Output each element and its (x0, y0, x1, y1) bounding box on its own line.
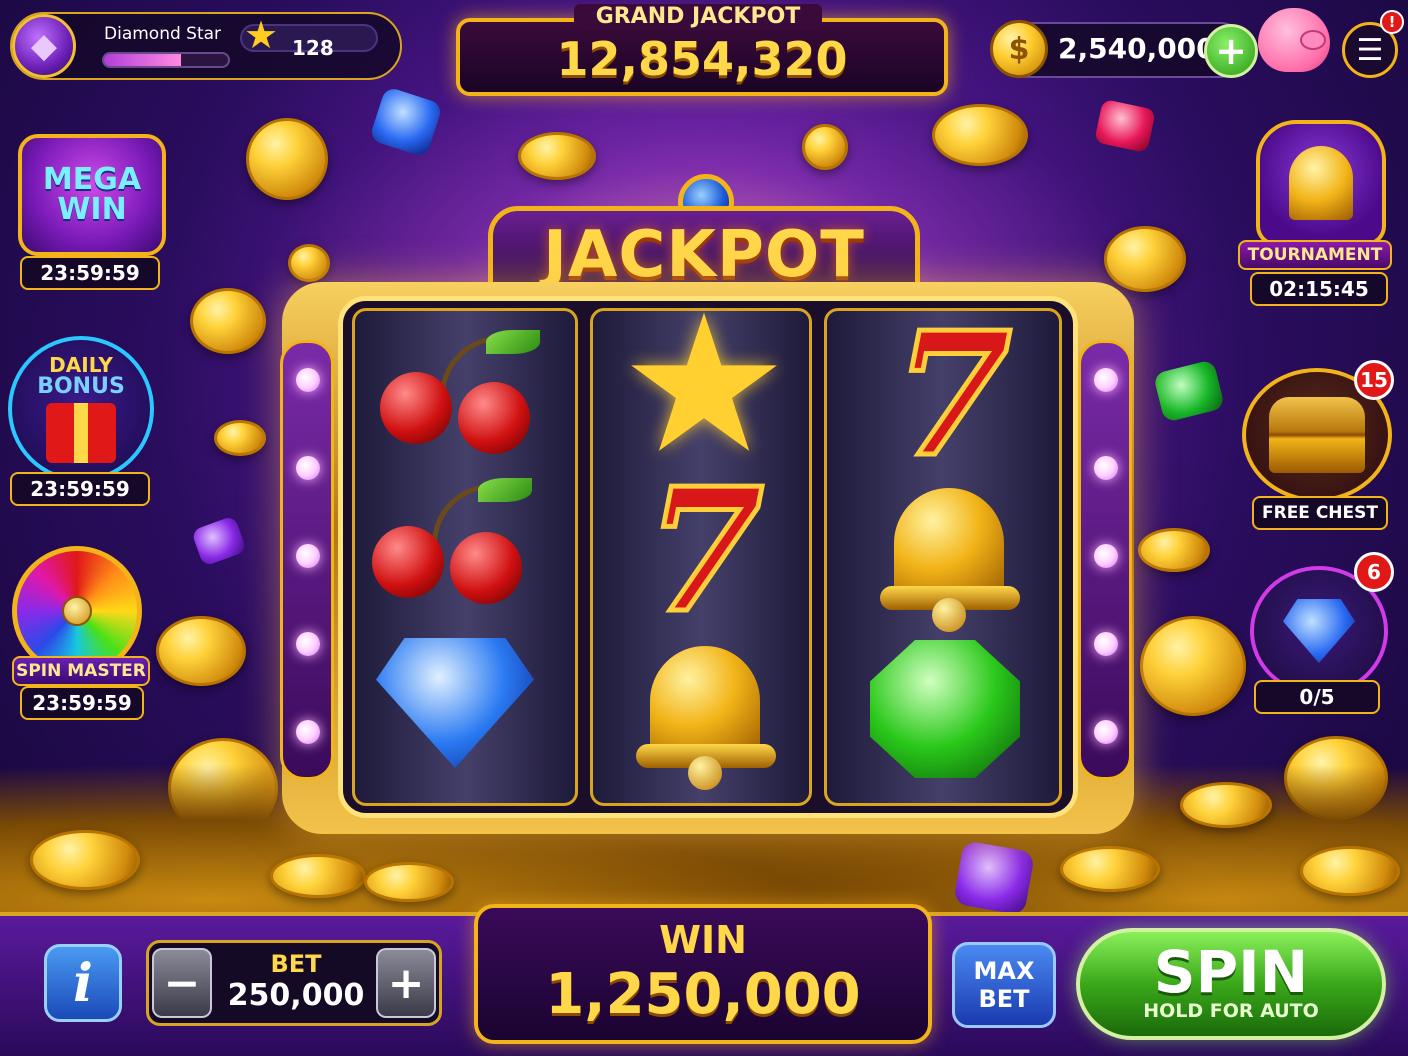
red-gem-decor (1094, 98, 1156, 154)
purple-gem-decor (190, 515, 248, 567)
trophy-icon (1289, 146, 1353, 220)
bell-clapper-decor (932, 598, 966, 632)
blue-diamond-icon (1283, 599, 1355, 663)
bell-clapper-decor (688, 756, 722, 790)
daily-bonus-button[interactable]: DAILY BONUS (8, 336, 154, 482)
cherry-symbol (370, 476, 540, 606)
spin-master-label: SPIN MASTER (12, 656, 150, 686)
piggy-snout-decor (1300, 30, 1326, 50)
flying-coin-decor (932, 104, 1028, 166)
cherry-leaf-decor (478, 478, 532, 502)
bell-symbol (626, 636, 786, 790)
grand-jackpot-label: GRAND JACKPOT (574, 4, 822, 30)
spin-label: SPIN (1153, 938, 1309, 1006)
add-coins-button[interactable]: + (1204, 24, 1258, 78)
player-level: 128 (292, 36, 334, 60)
flying-coin-decor (518, 132, 596, 180)
cherry-ball-decor (372, 526, 444, 598)
bet-value: 250,000 (227, 978, 365, 1013)
marquee-bulb (1094, 456, 1118, 480)
marquee-bulb (296, 720, 320, 744)
flying-coin-decor (214, 420, 266, 456)
info-button[interactable]: i (44, 944, 122, 1022)
seven-symbol: 7 (891, 295, 1014, 495)
flying-coin-decor (288, 244, 330, 282)
tournament-timer: 02:15:45 (1250, 272, 1388, 306)
diamond-quest-badge: 6 (1354, 552, 1394, 592)
gift-box-icon (46, 403, 116, 463)
menu-alert-badge: ! (1380, 10, 1404, 34)
max-bet-line2: BET (978, 985, 1030, 1013)
marquee-bulb (1094, 632, 1118, 656)
tournament-label: TOURNAMENT (1238, 240, 1392, 270)
grand-jackpot-value: 12,854,320 (556, 32, 848, 86)
xp-progress-bar (102, 52, 230, 68)
tournament-button[interactable] (1256, 120, 1386, 246)
pile-coin-decor (30, 830, 140, 890)
bet-label: BET (270, 950, 322, 978)
flying-coin-decor (802, 124, 848, 170)
marquee-bulb (1094, 720, 1118, 744)
free-chest-label: FREE CHEST (1252, 496, 1388, 530)
cherry-symbol (378, 328, 548, 458)
pile-coin-decor (364, 862, 454, 902)
flying-coin-decor (1140, 616, 1246, 716)
treasure-chest-icon (1269, 397, 1365, 473)
daily-bonus-timer: 23:59:59 (10, 472, 150, 506)
flying-coin-decor (1138, 528, 1210, 572)
purple-gem-decor (952, 840, 1036, 916)
mega-win-line1: MEGA (42, 162, 142, 197)
mega-win-button[interactable]: MEGA WIN (18, 134, 166, 256)
marquee-bulb (296, 456, 320, 480)
pile-coin-decor (270, 854, 366, 898)
marquee-bulb (1094, 368, 1118, 392)
mega-win-timer: 23:59:59 (20, 256, 160, 290)
blue-gem-decor (368, 86, 444, 158)
bell-symbol (870, 482, 1030, 632)
marquee-bulb (1094, 544, 1118, 568)
free-chest-badge: 15 (1354, 360, 1394, 400)
spin-sublabel: HOLD FOR AUTO (1143, 1000, 1319, 1022)
bell-body-decor (894, 488, 1004, 598)
bell-body-decor (650, 646, 760, 756)
xp-progress-fill (104, 54, 181, 66)
win-label: WIN (659, 918, 747, 962)
dollar-coin-icon: $ (990, 20, 1048, 78)
diamond-avatar-icon[interactable]: ◆ (12, 14, 76, 78)
seven-symbol: 7 (643, 451, 766, 651)
wheel-hub-icon (62, 596, 92, 626)
cherry-ball-decor (380, 372, 452, 444)
mega-win-line2: WIN (57, 192, 127, 227)
flying-coin-decor (156, 616, 246, 686)
coin-balance: 2,540,000 (1058, 32, 1216, 65)
cherry-leaf-decor (486, 330, 540, 354)
marquee-bulb (296, 368, 320, 392)
max-bet-line1: MAX (973, 957, 1035, 985)
star-icon: ★ (244, 13, 279, 57)
green-gem-symbol (870, 640, 1020, 778)
green-gem-decor (1152, 359, 1226, 423)
diamond-quest-progress: 0/5 (1254, 680, 1380, 714)
win-value: 1,250,000 (545, 962, 861, 1027)
star-symbol: ★ (618, 274, 790, 495)
daily-bonus-line1: DAILY (49, 353, 113, 377)
cherry-ball-decor (458, 382, 530, 454)
flying-coin-decor (1104, 226, 1186, 292)
bet-decrease-button[interactable]: − (152, 948, 212, 1018)
player-name: Diamond Star (104, 24, 222, 44)
spin-master-timer: 23:59:59 (20, 686, 144, 720)
daily-bonus-line2: BONUS (37, 374, 125, 399)
cherry-ball-decor (450, 532, 522, 604)
pile-coin-decor (1060, 846, 1160, 892)
marquee-bulb (296, 632, 320, 656)
marquee-bulb (296, 544, 320, 568)
max-bet-button[interactable]: MAX BET (952, 942, 1056, 1028)
pile-coin-decor (1300, 846, 1400, 896)
pile-coin-decor (1180, 782, 1272, 828)
flying-coin-decor (246, 118, 328, 200)
bet-increase-button[interactable]: + (376, 948, 436, 1018)
flying-coin-decor (190, 288, 266, 354)
